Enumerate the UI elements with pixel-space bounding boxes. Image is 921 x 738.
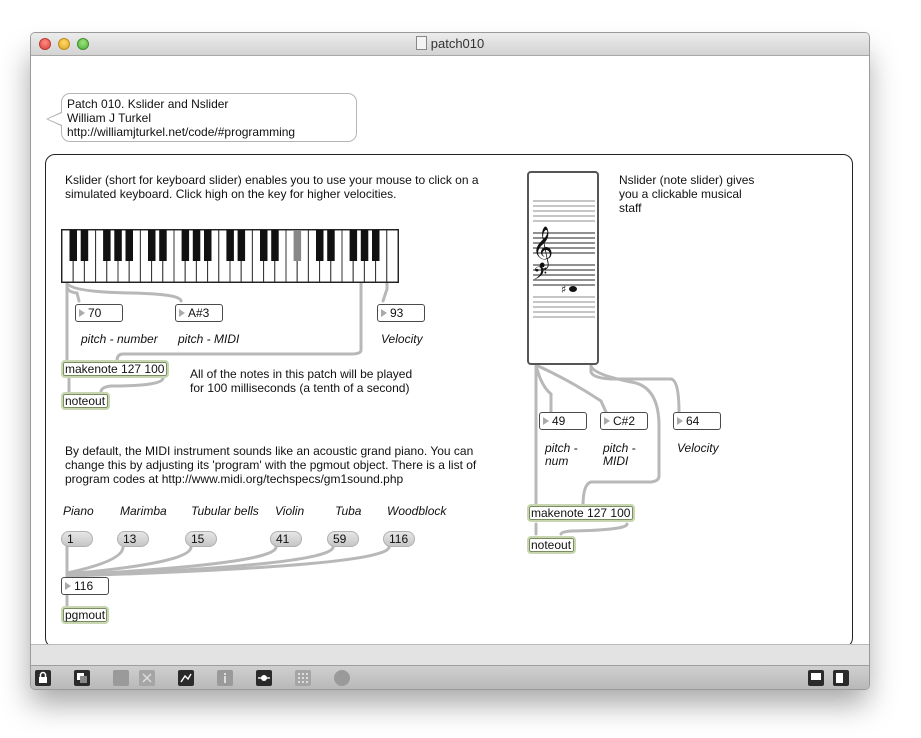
program-message-tubular-bells[interactable]: 15: [185, 531, 217, 547]
sidebar-right-icon[interactable]: [833, 670, 849, 686]
presentation-icon[interactable]: [74, 670, 90, 686]
nslider-desc-line-1: Nslider (note slider) gives: [619, 173, 755, 187]
patcher-window: patch010 Patch 010. Kslider and Nslider …: [30, 32, 870, 690]
program-message-violin[interactable]: 41: [270, 531, 302, 547]
window-title-text: patch010: [430, 36, 485, 51]
program-message-tuba[interactable]: 59: [327, 531, 359, 547]
nslider-pitch-num-box[interactable]: 49: [539, 412, 587, 430]
nslider-desc-line-2: you a clickable musical: [619, 187, 742, 201]
kslider-noteout-text: noteout: [65, 394, 106, 408]
kslider-pitch-number-box[interactable]: 70: [75, 304, 123, 322]
bass-clef-icon: 𝄢: [533, 264, 547, 289]
instrument-label-violin: Violin: [275, 504, 305, 518]
nslider-desc-line-3: staff: [619, 201, 642, 215]
kslider-desc-line-1: Kslider (short for keyboard slider) enab…: [65, 173, 479, 187]
program-desc-line-3: program codes at http://www.midi.org/tec…: [65, 472, 404, 486]
program-desc-line-1: By default, the MIDI instrument sounds l…: [65, 444, 474, 458]
clock-icon[interactable]: [334, 670, 350, 686]
grid-icon[interactable]: [295, 670, 311, 686]
nslider-makenote-object[interactable]: makenote 127 100: [527, 504, 635, 522]
nslider-pitch-midi-label-1: pitch -: [603, 441, 636, 455]
pgmout-object[interactable]: pgmout: [61, 606, 109, 624]
header-line-1: Patch 010. Kslider and Nslider: [67, 97, 229, 111]
duration-note-line-2: for 100 milliseconds (a tenth of a secon…: [190, 381, 410, 395]
nslider-staff[interactable]: 𝄞 𝄢 ♯: [527, 171, 599, 365]
kslider-desc-line-2: simulated keyboard. Click high on the ke…: [65, 187, 397, 201]
title-bar[interactable]: patch010: [31, 33, 869, 56]
kslider-velocity-label: Velocity: [381, 332, 423, 346]
comment-tail-inner: [48, 113, 62, 125]
nslider-velocity-label: Velocity: [677, 441, 719, 455]
kslider-keyboard[interactable]: [61, 229, 399, 283]
nslider-pitch-midi-box[interactable]: C#2: [600, 412, 648, 430]
pgmout-text: pgmout: [65, 608, 106, 622]
nslider-pitch-num-label-1: pitch -: [545, 441, 578, 455]
program-message-woodblock[interactable]: 116: [383, 531, 415, 547]
kslider-makenote-text: makenote 127 100: [65, 362, 165, 376]
duration-note-line-1: All of the notes in this patch will be p…: [190, 367, 413, 381]
connect-icon[interactable]: [256, 670, 272, 686]
kslider-pitch-midi-box[interactable]: A#3: [175, 304, 223, 322]
header-line-3: http://williamjturkel.net/code/#programm…: [67, 125, 296, 139]
instrument-label-woodblock: Woodblock: [387, 504, 447, 518]
nslider-makenote-text: makenote 127 100: [531, 506, 631, 520]
kslider-keys[interactable]: [61, 229, 399, 283]
program-desc-line-2: change this by adjusting its 'program' w…: [65, 458, 477, 472]
nslider-pitch-num-label-2: num: [545, 454, 569, 468]
program-number-box[interactable]: 116: [61, 577, 109, 595]
instrument-label-tubular-bells: Tubular bells: [191, 504, 259, 518]
nslider-pitch-midi-label-2: MIDI: [603, 454, 629, 468]
document-icon: [415, 36, 427, 50]
treble-clef-icon: 𝄞: [532, 226, 553, 269]
header-line-2: William J Turkel: [67, 111, 152, 125]
kslider-noteout-object[interactable]: noteout: [61, 392, 110, 410]
window-title: patch010: [31, 36, 869, 51]
sidebar-left-icon[interactable]: [808, 670, 824, 686]
instrument-label-tuba: Tuba: [335, 504, 362, 518]
sharp-icon: ♯: [561, 283, 566, 296]
nslider-velocity-box[interactable]: 64: [673, 412, 721, 430]
kslider-pitch-number-label: pitch - number: [81, 332, 158, 346]
note-head-icon: [569, 286, 577, 292]
nslider-noteout-object[interactable]: noteout: [527, 536, 576, 554]
bottom-toolbar: [31, 665, 869, 689]
patcher-canvas[interactable]: Patch 010. Kslider and Nslider William J…: [31, 56, 869, 648]
kslider-velocity-box[interactable]: 93: [377, 304, 425, 322]
edit-icon[interactable]: [113, 670, 129, 686]
status-band: [31, 644, 869, 666]
program-message-piano[interactable]: 1: [61, 531, 93, 547]
instrument-label-piano: Piano: [63, 504, 94, 518]
instrument-label-marimba: Marimba: [120, 504, 167, 518]
musical-staff[interactable]: 𝄞 𝄢 ♯: [529, 173, 597, 363]
nslider-noteout-text: noteout: [531, 538, 572, 552]
lock-icon[interactable]: [35, 670, 51, 686]
header-comment[interactable]: Patch 010. Kslider and Nslider William J…: [61, 93, 357, 142]
info-icon[interactable]: [217, 670, 233, 686]
kslider-pitch-midi-label: pitch - MIDI: [178, 332, 240, 346]
inspector-toggle-icon[interactable]: [178, 670, 194, 686]
delete-icon[interactable]: [139, 670, 155, 686]
program-message-marimba[interactable]: 13: [117, 531, 149, 547]
kslider-makenote-object[interactable]: makenote 127 100: [61, 360, 169, 378]
